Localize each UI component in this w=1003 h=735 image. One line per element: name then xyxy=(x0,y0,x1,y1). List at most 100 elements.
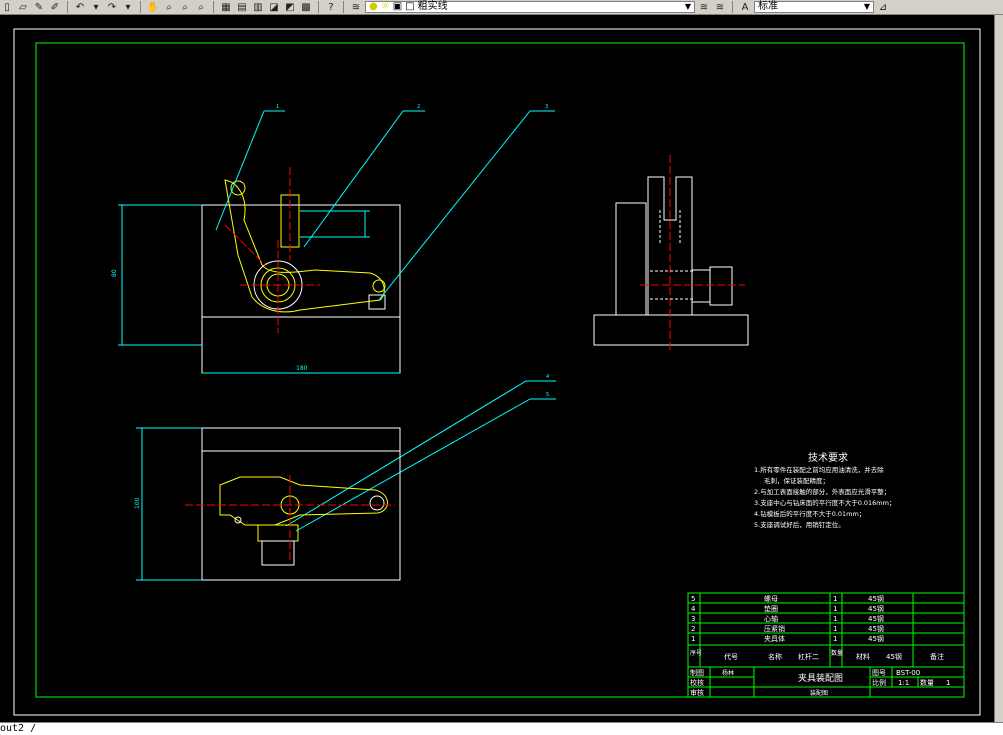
tech-req-line: 4.钻模板后的平行度不大于0.01mm； xyxy=(754,509,865,518)
bom-name: 夹具体 xyxy=(764,634,785,643)
pencil-icon[interactable]: ✐ xyxy=(48,1,62,13)
bulb-icon: ● xyxy=(369,1,378,12)
bom-header-name2: 杠杆二 xyxy=(798,652,819,661)
tb-title: 夹具装配图 xyxy=(798,672,843,684)
sun-icon: ☼ xyxy=(380,1,390,12)
tb-scale: 1:1 xyxy=(898,679,909,687)
toolbar-separator xyxy=(318,1,319,13)
undo-icon[interactable]: ↶ xyxy=(73,1,87,13)
leader-line-2 xyxy=(303,110,404,248)
layer-name: 粗实线 xyxy=(417,1,448,12)
leader-label-3: 3 xyxy=(545,104,548,110)
tech-req-line: 毛刺，保证装配精度； xyxy=(764,476,829,485)
toolbar-separator xyxy=(67,1,68,13)
design-center-icon[interactable]: ▤ xyxy=(235,1,249,13)
new-icon[interactable]: ▯ xyxy=(0,1,14,13)
dim-front-width: 180 xyxy=(296,365,308,372)
tech-req-line: 2.与加工表面接触的部分，外表面应光滑平整； xyxy=(754,487,890,496)
color-square-icon: □ xyxy=(405,1,415,12)
text-style-icon[interactable]: A xyxy=(738,1,752,13)
undo-dropdown-icon[interactable]: ▾ xyxy=(89,1,103,13)
bom-no: 5 xyxy=(691,595,695,603)
bom-name: 垫圈 xyxy=(764,604,778,613)
bom-name: 心轴 xyxy=(764,614,778,623)
bom-material: 45钢 xyxy=(868,594,884,603)
pan-icon[interactable]: ✋ xyxy=(146,1,160,13)
fixture-body-front xyxy=(201,204,401,318)
side-upright xyxy=(615,202,647,316)
tb-sheet-label: 装配图 xyxy=(810,689,828,697)
zoom-realtime-icon[interactable]: ⌕ xyxy=(162,1,176,13)
side-view xyxy=(593,155,749,350)
dim-style-icon[interactable]: ⊿ xyxy=(876,1,890,13)
tool-palette-icon[interactable]: ▥ xyxy=(251,1,265,13)
bom-qty: 1 xyxy=(833,615,837,623)
vertical-scrollbar[interactable] xyxy=(994,15,1003,722)
bom-material: 45钢 xyxy=(868,634,884,643)
bom-name: 压紧销 xyxy=(764,624,785,633)
side-base xyxy=(593,314,749,346)
bom-name: 螺母 xyxy=(764,594,778,603)
title-block: 制图 杨林 校核 审核 夹具装配图 图号 BST-00 比例 1:1 数量 1 … xyxy=(687,666,965,698)
front-view: 80 180 xyxy=(111,167,401,374)
leader-line-3 xyxy=(377,110,531,302)
bom-table: 5 螺母 1 45钢 4 垫圈 1 45钢 3 心轴 1 45钢 2 压紧销 1… xyxy=(687,592,965,668)
toolbar-separator xyxy=(213,1,214,13)
tb-scale-label: 比例 xyxy=(872,678,886,687)
chevron-down-icon[interactable]: ▼ xyxy=(685,1,691,13)
properties-icon[interactable]: ▦ xyxy=(219,1,233,13)
sheet-set-icon[interactable]: ◪ xyxy=(267,1,281,13)
layer-manager-icon[interactable]: ≋ xyxy=(349,1,363,13)
washer-top xyxy=(257,524,299,542)
bom-qty: 1 xyxy=(833,635,837,643)
bom-header-code: 代号 xyxy=(724,652,738,661)
sheet-inner-frame xyxy=(35,42,965,698)
end-hole-top xyxy=(369,495,385,511)
bom-header-material-val: 45钢 xyxy=(886,652,902,661)
bom-material: 45钢 xyxy=(868,604,884,613)
toolbar-separator xyxy=(732,1,733,13)
nut-top xyxy=(261,540,295,566)
tb-qty: 1 xyxy=(946,679,950,687)
dim-front-height: 80 xyxy=(111,269,118,277)
chevron-down-icon[interactable]: ▼ xyxy=(864,1,870,13)
tb-qty-label: 数量 xyxy=(920,678,934,687)
layout-tab[interactable]: out2 / xyxy=(0,723,36,734)
top-view: 100 xyxy=(134,427,401,581)
bom-frame xyxy=(687,592,965,646)
layout-tab-bar: out2 / xyxy=(0,722,1003,735)
layer-states-icon[interactable]: ≋ xyxy=(713,1,727,13)
layer-previous-icon[interactable]: ≋ xyxy=(697,1,711,13)
tb-draw-label: 制图 xyxy=(690,668,704,677)
bom-header-name: 名称 xyxy=(768,652,782,661)
redo-dropdown-icon[interactable]: ▾ xyxy=(121,1,135,13)
open-icon[interactable]: ▱ xyxy=(16,1,30,13)
pen-icon[interactable]: ✎ xyxy=(32,1,46,13)
centerline xyxy=(224,224,266,266)
tech-req-title: 技术要求 xyxy=(808,451,848,464)
bom-no: 4 xyxy=(691,605,696,613)
zoom-previous-icon[interactable]: ⌕ xyxy=(194,1,208,13)
redo-icon[interactable]: ↷ xyxy=(105,1,119,13)
zoom-window-icon[interactable]: ⌕ xyxy=(178,1,192,13)
toolbar-separator xyxy=(343,1,344,13)
drawing-canvas[interactable]: 80 180 1 2 3 4 5 100 技术要求 1.所有零件在装配之前均应用… xyxy=(0,15,994,722)
bom-header-qty: 数量 xyxy=(831,649,843,657)
side-nut xyxy=(709,266,733,306)
dim-top-height: 100 xyxy=(134,497,141,509)
tb-drawing-no: BST-00 xyxy=(896,669,920,677)
tb-drawing-no-label: 图号 xyxy=(872,669,886,677)
bom-no: 3 xyxy=(691,615,695,623)
leader-line-4 xyxy=(285,380,527,527)
calculator-icon[interactable]: ▩ xyxy=(299,1,313,13)
leader-label-1: 1 xyxy=(276,104,279,110)
layer-combo[interactable]: ● ☼ ▣ □ 粗实线 ▼ xyxy=(365,1,695,13)
bom-no: 2 xyxy=(691,625,695,633)
leader-label-2: 2 xyxy=(417,104,420,110)
end-hole xyxy=(372,279,386,293)
markup-icon[interactable]: ◩ xyxy=(283,1,297,13)
cad-drawing: 80 180 1 2 3 4 5 100 技术要求 1.所有零件在装配之前均应用… xyxy=(13,28,981,716)
help-icon[interactable]: ? xyxy=(324,1,338,13)
style-combo[interactable]: 标准 ▼ xyxy=(754,1,874,13)
bom-qty: 1 xyxy=(833,605,837,613)
